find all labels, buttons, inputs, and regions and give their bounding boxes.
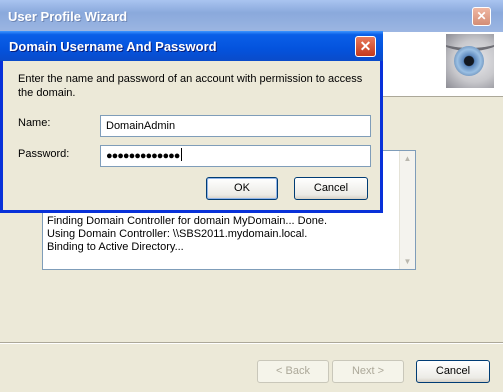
text-cursor (181, 148, 183, 161)
password-label: Password: (18, 148, 70, 160)
log-line: Binding to Active Directory... (47, 241, 184, 253)
name-label: Name: (18, 117, 51, 129)
log-line: Using Domain Controller: \\SBS2011.mydom… (47, 228, 308, 240)
log-scrollbar[interactable]: ▲ ▼ (399, 151, 415, 269)
scroll-down-icon[interactable]: ▼ (400, 254, 415, 269)
eye-icon (446, 34, 494, 88)
name-value: DomainAdmin (106, 120, 176, 132)
domain-credentials-dialog: Domain Username And Password ✕ Enter the… (0, 31, 383, 213)
wizard-close-button[interactable]: ✕ (472, 7, 491, 26)
password-value: ●●●●●●●●●●●●● (106, 150, 180, 162)
close-icon: ✕ (476, 9, 487, 23)
next-button[interactable]: Next > (332, 360, 404, 383)
wizard-cancel-button[interactable]: Cancel (416, 360, 490, 383)
dialog-close-button[interactable]: ✕ (355, 36, 376, 57)
dialog-message: Enter the name and password of an accoun… (18, 73, 363, 99)
password-field[interactable]: ●●●●●●●●●●●●● (100, 145, 371, 167)
dialog-title-bar: Domain Username And Password ✕ (0, 31, 383, 61)
name-field[interactable]: DomainAdmin (100, 115, 371, 137)
wizard-title-bar: User Profile Wizard ✕ (0, 0, 503, 32)
log-line: Finding Domain Controller for domain MyD… (47, 215, 328, 227)
close-icon: ✕ (359, 38, 372, 54)
log-lines: Finding Domain Controller for domain MyD… (47, 215, 327, 254)
footer-divider (0, 342, 503, 344)
dialog-cancel-button[interactable]: Cancel (294, 177, 368, 200)
ok-button[interactable]: OK (206, 177, 278, 200)
back-button[interactable]: < Back (257, 360, 329, 383)
scroll-up-icon[interactable]: ▲ (400, 151, 415, 166)
dialog-title: Domain Username And Password (9, 39, 217, 54)
wizard-title: User Profile Wizard (8, 9, 128, 24)
